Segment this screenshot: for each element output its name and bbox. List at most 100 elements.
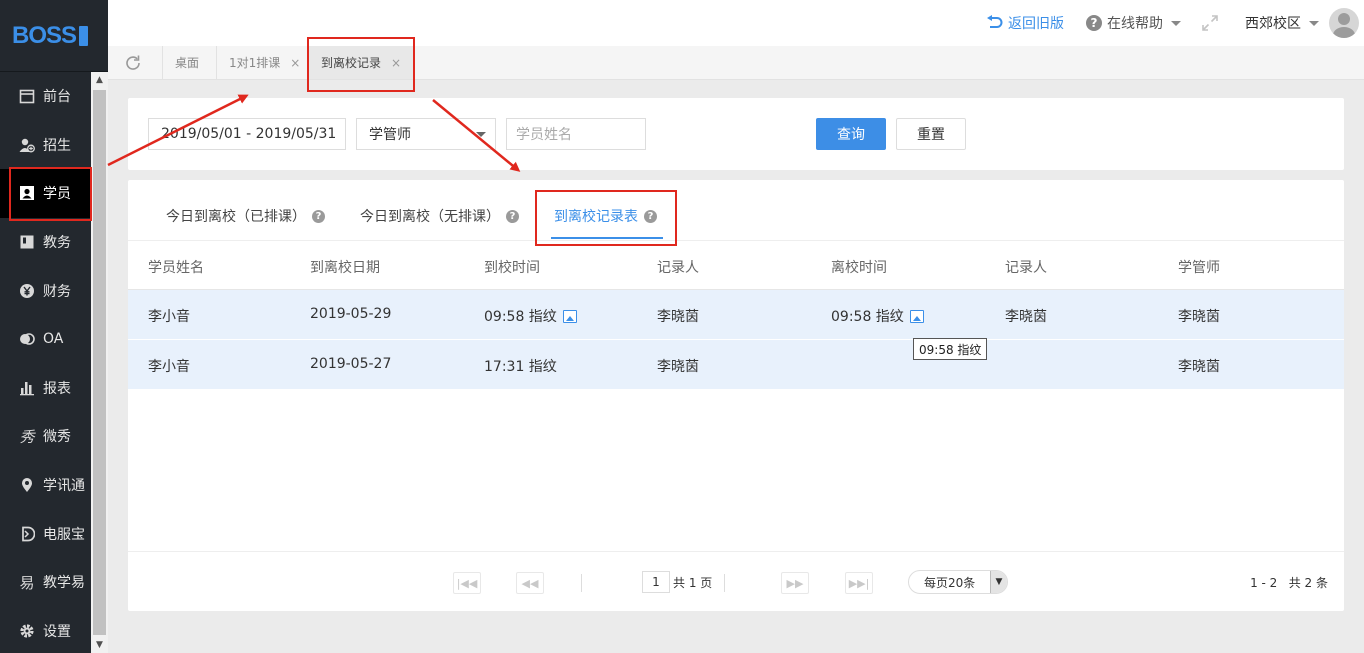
arrive-time-cell: 17:31 指纹 xyxy=(484,359,557,375)
sidebar-item-reports[interactable]: 报表 xyxy=(0,364,91,413)
query-button[interactable]: 查询 xyxy=(816,118,886,150)
total-pages: 共 1 页 xyxy=(673,576,713,590)
reset-button[interactable]: 重置 xyxy=(896,118,966,150)
help-icon[interactable]: ? xyxy=(312,209,325,223)
online-help-label: 在线帮助 xyxy=(1107,16,1163,32)
tab-today-unscheduled[interactable]: 今日到离校（无排课） ? xyxy=(360,206,519,226)
page-tabs-bar: 桌面 1对1排课 × 到离校记录 × xyxy=(108,46,1364,80)
leave-time-value: 09:58 指纹 xyxy=(831,309,904,325)
last-page-button[interactable]: ▶▶| xyxy=(845,572,873,594)
tooltip: 09:58 指纹 xyxy=(913,338,988,360)
first-page-button[interactable]: |◀◀ xyxy=(453,572,481,594)
annotation-box-tab xyxy=(307,37,415,92)
sidebar-item-academic[interactable]: 教务 xyxy=(0,218,91,267)
help-icon: ? xyxy=(1086,15,1102,31)
sidebar-item-weixiu[interactable]: 秀 微秀 xyxy=(0,412,91,461)
tab-today-scheduled[interactable]: 今日到离校（已排课） ? xyxy=(166,206,325,226)
prev-page-button[interactable]: ◀◀ xyxy=(516,572,544,594)
record-count: 1 - 2 共 2 条 xyxy=(1250,576,1328,590)
table-header: 学员姓名 到离校日期 到校时间 记录人 离校时间 记录人 学管师 xyxy=(128,240,1344,290)
calendar-icon xyxy=(19,88,35,104)
manager-cell: 李晓茵 xyxy=(1178,359,1220,375)
arrive-time-cell: 09:58 指纹 xyxy=(484,306,577,326)
sidebar-item-oa[interactable]: OA xyxy=(0,315,91,364)
column-header: 学管师 xyxy=(1178,260,1220,276)
sidebar-item-xuexuntong[interactable]: 学讯通 xyxy=(0,461,91,510)
arrive-recorder-cell: 李晓茵 xyxy=(657,359,699,375)
teach-icon: 易 xyxy=(19,573,35,592)
image-icon[interactable] xyxy=(562,309,577,323)
tab-one-on-one-schedule[interactable]: 1对1排课 × xyxy=(216,46,312,79)
close-icon[interactable]: × xyxy=(290,56,300,70)
logo-text: BOSS xyxy=(12,21,77,49)
sidebar: BOSS 前台 招生 学员 教务 财务 OA 报表 秀 微秀 学讯通 电服宝 易… xyxy=(0,0,108,653)
table-row[interactable]: 李小音 2019-05-29 09:58 指纹 李晓茵 09:58 指纹 李晓茵… xyxy=(128,290,1344,340)
undo-icon xyxy=(986,15,1003,31)
date-range-input[interactable]: 2019/05/01 - 2019/05/31 xyxy=(148,118,346,150)
leave-time-cell: 09:58 指纹 xyxy=(831,306,924,326)
next-page-button[interactable]: ▶▶ xyxy=(781,572,809,594)
date-cell: 2019-05-29 xyxy=(310,306,392,322)
student-name-cell: 李小音 xyxy=(148,309,190,325)
scroll-up-arrow-icon[interactable]: ▲ xyxy=(91,72,108,88)
pagination: |◀◀ ◀◀ 1 共 1 页 ▶▶ ▶▶| 每页20条 ▼ 1 - 2 共 2 … xyxy=(128,551,1344,611)
back-to-old-version-link[interactable]: 返回旧版 xyxy=(986,13,1064,33)
student-name-cell: 李小音 xyxy=(148,359,190,375)
sidebar-item-label: OA xyxy=(43,331,64,348)
sidebar-item-label: 电服宝 xyxy=(43,526,85,543)
manager-select[interactable]: 学管师 xyxy=(356,118,496,150)
tab-desktop[interactable]: 桌面 xyxy=(162,46,211,79)
sidebar-item-label: 财务 xyxy=(43,283,71,300)
chevron-down-icon: ▼ xyxy=(990,571,1007,593)
sidebar-item-enroll[interactable]: 招生 xyxy=(0,121,91,170)
help-icon[interactable]: ? xyxy=(506,209,519,223)
column-header: 记录人 xyxy=(657,260,699,276)
tab-label: 今日到离校（已排课） xyxy=(166,209,306,225)
scroll-thumb[interactable] xyxy=(93,90,106,635)
sidebar-item-front-desk[interactable]: 前台 xyxy=(0,72,91,121)
divider xyxy=(581,574,582,592)
arrive-time-value: 09:58 指纹 xyxy=(484,309,557,325)
leave-recorder-cell: 李晓茵 xyxy=(1005,309,1047,325)
annotation-box-sidebar xyxy=(9,167,92,221)
manager-select-value: 学管师 xyxy=(369,127,411,143)
tab-label: 桌面 xyxy=(175,56,200,70)
records-panel: 今日到离校（已排课） ? 今日到离校（无排课） ? 到离校记录表 ? 学员姓名 … xyxy=(128,180,1344,611)
sidebar-item-label: 招生 xyxy=(43,137,71,154)
fullscreen-icon[interactable] xyxy=(1201,14,1219,32)
book-icon xyxy=(19,234,35,250)
sidebar-item-settings[interactable]: 设置 xyxy=(0,607,91,653)
campus-selector[interactable]: 西郊校区 xyxy=(1245,13,1319,33)
avatar[interactable] xyxy=(1329,8,1359,38)
online-help-menu[interactable]: ? 在线帮助 xyxy=(1086,13,1181,33)
page-number-input[interactable]: 1 xyxy=(642,571,670,593)
back-to-old-version-label: 返回旧版 xyxy=(1008,16,1064,32)
scroll-down-arrow-icon[interactable]: ▼ xyxy=(91,637,108,653)
top-header: 返回旧版 ? 在线帮助 西郊校区 xyxy=(108,0,1364,46)
phone-icon xyxy=(19,526,35,542)
add-user-icon xyxy=(19,137,35,153)
chevron-down-icon xyxy=(1309,20,1319,26)
sidebar-item-dianfubao[interactable]: 电服宝 xyxy=(0,509,91,558)
campus-label: 西郊校区 xyxy=(1245,16,1301,32)
sidebar-item-jiaoxueyi[interactable]: 易 教学易 xyxy=(0,558,91,607)
student-name-input[interactable]: 学员姓名 xyxy=(506,118,646,150)
tab-label: 今日到离校（无排课） xyxy=(360,209,500,225)
annotation-box-list-tab xyxy=(535,190,677,246)
sidebar-scrollbar[interactable]: ▲ ▼ xyxy=(91,72,108,653)
sidebar-item-label: 前台 xyxy=(43,89,71,106)
sidebar-item-label: 学讯通 xyxy=(43,478,85,495)
chevron-down-icon xyxy=(1171,20,1181,26)
table-row[interactable]: 李小音 2019-05-27 17:31 指纹 李晓茵 李晓茵 xyxy=(128,340,1344,390)
column-header: 到校时间 xyxy=(484,260,540,276)
page-size-select[interactable]: 每页20条 ▼ xyxy=(908,570,1008,594)
yen-icon xyxy=(19,283,35,299)
sidebar-item-label: 教务 xyxy=(43,235,71,252)
page-size-value: 每页20条 xyxy=(924,575,976,590)
column-header: 记录人 xyxy=(1005,260,1047,276)
sidebar-item-finance[interactable]: 财务 xyxy=(0,266,91,315)
refresh-icon[interactable] xyxy=(124,54,142,72)
image-icon[interactable] xyxy=(909,309,924,323)
logo[interactable]: BOSS xyxy=(0,0,108,72)
gear-icon xyxy=(19,623,35,639)
